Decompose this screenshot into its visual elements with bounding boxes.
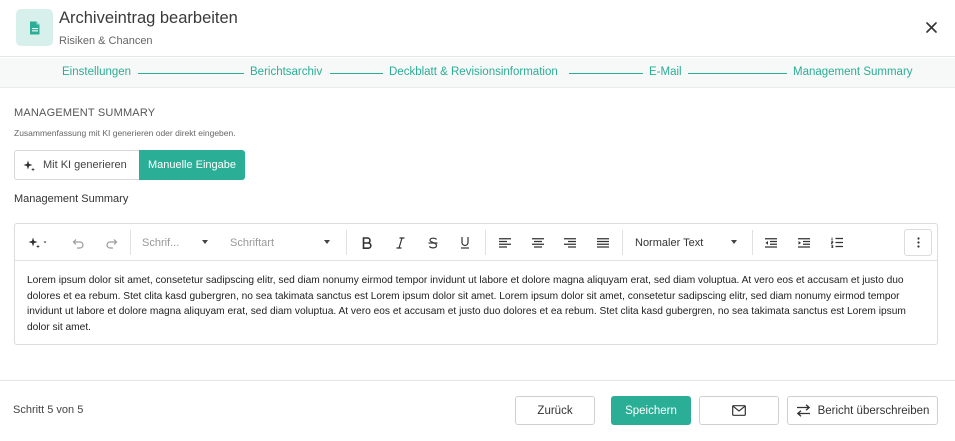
step-connector (569, 73, 643, 74)
toolbar-separator (346, 230, 347, 255)
redo-icon[interactable] (102, 232, 120, 253)
wizard-stepper: Einstellungen Berichtsarchiv Deckblatt &… (0, 58, 955, 88)
chevron-down-icon (731, 240, 737, 244)
section-description: Zusammenfassung mit KI generieren oder d… (14, 128, 236, 138)
ai-assist-dropdown[interactable] (24, 232, 54, 253)
document-icon (16, 9, 53, 46)
generate-with-ai-label: Mit KI generieren (43, 159, 127, 171)
underline-icon[interactable] (456, 232, 474, 253)
font-family-select[interactable]: Schriftart (230, 232, 330, 253)
overwrite-report-label: Bericht überschreiben (817, 404, 930, 417)
step-deckblatt[interactable]: Deckblatt & Revisionsinformation (389, 66, 558, 78)
back-button[interactable]: Zurück (515, 396, 595, 425)
align-right-icon[interactable] (561, 232, 579, 253)
editor-content[interactable]: Lorem ipsum dolor sit amet, consetetur s… (27, 273, 927, 335)
font-size-select[interactable]: Schrif... (142, 232, 208, 253)
bold-icon[interactable] (358, 232, 376, 253)
undo-icon[interactable] (69, 232, 87, 253)
outdent-icon[interactable] (762, 232, 780, 253)
footer-divider (0, 380, 955, 381)
chevron-down-icon (202, 240, 208, 244)
toolbar-separator (130, 230, 131, 255)
step-email[interactable]: E-Mail (649, 66, 682, 78)
more-vertical-icon[interactable] (904, 229, 932, 256)
mail-icon (732, 405, 746, 416)
sparkle-icon (28, 237, 47, 249)
input-mode-toggle: Mit KI generieren Manuelle Eingabe (14, 150, 245, 180)
step-connector (688, 73, 787, 74)
step-connector (138, 73, 244, 74)
send-mail-button[interactable] (699, 396, 779, 425)
sparkle-icon (23, 160, 35, 171)
toolbar-separator (752, 230, 753, 255)
paragraph-style-value: Normaler Text (635, 236, 704, 249)
align-left-icon[interactable] (496, 232, 514, 253)
toolbar-separator (485, 230, 486, 255)
strikethrough-icon[interactable] (424, 232, 442, 253)
step-counter: Schritt 5 von 5 (13, 404, 84, 416)
save-button[interactable]: Speichern (611, 396, 691, 425)
numbered-list-icon[interactable] (828, 232, 846, 253)
overwrite-report-button[interactable]: Bericht überschreiben (787, 396, 938, 425)
align-justify-icon[interactable] (594, 232, 612, 253)
step-management-summary[interactable]: Management Summary (793, 66, 913, 78)
close-icon[interactable] (921, 17, 941, 37)
indent-icon[interactable] (795, 232, 813, 253)
manual-input-button[interactable]: Manuelle Eingabe (139, 150, 245, 180)
swap-icon (796, 404, 810, 417)
font-family-value: Schriftart (230, 236, 275, 249)
font-size-value: Schrif... (142, 236, 180, 249)
italic-icon[interactable] (391, 232, 409, 253)
section-title: MANAGEMENT SUMMARY (14, 107, 156, 119)
step-einstellungen[interactable]: Einstellungen (62, 66, 131, 78)
management-summary-label: Management Summary (14, 193, 129, 205)
chevron-down-icon (324, 240, 330, 244)
toolbar-separator (622, 230, 623, 255)
dialog-header: Archiveintrag bearbeiten Risiken & Chanc… (0, 0, 955, 57)
rich-text-editor: Schrif... Schriftart Normaler Text Lorem… (14, 223, 938, 345)
dialog-title: Archiveintrag bearbeiten (59, 9, 238, 27)
align-center-icon[interactable] (529, 232, 547, 253)
step-connector (330, 73, 383, 74)
step-berichtsarchiv[interactable]: Berichtsarchiv (250, 66, 322, 78)
paragraph-style-select[interactable]: Normaler Text (635, 232, 737, 253)
dialog-subtitle: Risiken & Chancen (59, 35, 153, 47)
editor-toolbar: Schrif... Schriftart Normaler Text (15, 224, 937, 261)
generate-with-ai-button[interactable]: Mit KI generieren (14, 150, 139, 180)
